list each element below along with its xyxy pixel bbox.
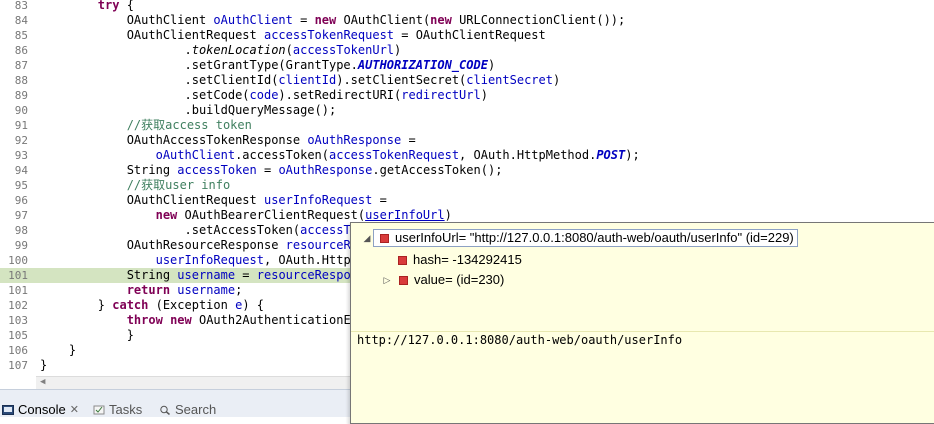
line-number: 101 <box>8 269 28 282</box>
tree-node-userinfourl[interactable]: ◢ userInfoUrl= "http://127.0.0.1:8080/au… <box>361 229 798 247</box>
tab-search-label: Search <box>175 402 217 417</box>
expand-icon[interactable]: ▷ <box>381 271 393 289</box>
code-text: OAuthClientRequest userInfoRequest = <box>40 193 387 207</box>
code-line[interactable]: 86 .tokenLocation(accessTokenUrl) <box>0 43 934 58</box>
line-number: 84 <box>14 14 28 27</box>
line-number: 92 <box>14 134 28 147</box>
line-number: 105 <box>8 329 28 342</box>
line-number: 97 <box>14 209 28 222</box>
close-icon[interactable]: ✕ <box>70 403 79 416</box>
code-text: } <box>40 343 77 357</box>
code-text: .tokenLocation(accessTokenUrl) <box>40 43 402 57</box>
code-text: //获取user info <box>126 178 231 192</box>
line-number: 86 <box>14 44 28 57</box>
code-line[interactable]: 96 OAuthClientRequest userInfoRequest = <box>0 193 934 208</box>
field-icon <box>380 233 389 243</box>
collapse-icon[interactable]: ◢ <box>361 229 373 247</box>
code-line[interactable]: 97 new OAuthBearerClientRequest(userInfo… <box>0 208 934 223</box>
line-number: 102 <box>8 299 28 312</box>
code-line[interactable]: 87 .setGrantType(GrantType.AUTHORIZATION… <box>0 58 934 73</box>
code-text: } catch (Exception e) { <box>40 298 264 312</box>
line-number: 85 <box>14 29 28 42</box>
code-line[interactable]: 91 //获取access token <box>0 118 934 133</box>
code-text: .setGrantType(GrantType.AUTHORIZATION_CO… <box>40 58 496 72</box>
code-text: .setCode(code).setRedirectURI(redirectUr… <box>40 88 488 102</box>
code-line[interactable]: 92 OAuthAccessTokenResponse oAuthRespons… <box>0 133 934 148</box>
code-line[interactable]: 89 .setCode(code).setRedirectURI(redirec… <box>0 88 934 103</box>
line-number: 96 <box>14 194 28 207</box>
line-number: 103 <box>8 314 28 327</box>
tree-node-value[interactable]: ▷ value= (id=230) <box>381 271 505 289</box>
code-text: try { <box>97 0 134 12</box>
line-number: 98 <box>14 224 28 237</box>
code-text: throw new OAuth2AuthenticationEx <box>126 313 358 327</box>
search-icon <box>160 405 170 415</box>
tab-tasks[interactable]: Tasks <box>93 402 142 417</box>
line-number: 87 <box>14 59 28 72</box>
code-line[interactable]: 88 .setClientId(clientId).setClientSecre… <box>0 73 934 88</box>
line-number: 101 <box>8 284 28 297</box>
field-icon <box>398 255 407 265</box>
line-number: 95 <box>14 179 28 192</box>
code-text: OAuthClient oAuthClient = new OAuthClien… <box>40 13 626 27</box>
code-text: OAuthAccessTokenResponse oAuthResponse = <box>40 133 416 147</box>
line-number: 94 <box>14 164 28 177</box>
console-icon <box>2 404 14 415</box>
code-text: return username; <box>126 283 243 297</box>
tab-console[interactable]: Console ✕ <box>2 402 79 417</box>
code-text: String accessToken = oAuthResponse.getAc… <box>40 163 503 177</box>
variable-inspector-popup: ◢ userInfoUrl= "http://127.0.0.1:8080/au… <box>350 222 934 424</box>
code-line[interactable]: 95 //获取user info <box>0 178 934 193</box>
line-number: 90 <box>14 104 28 117</box>
code-line[interactable]: 84 OAuthClient oAuthClient = new OAuthCl… <box>0 13 934 28</box>
detail-pane-text: http://127.0.0.1:8080/auth-web/oauth/use… <box>357 333 683 347</box>
line-number: 106 <box>8 344 28 357</box>
code-text: .setClientId(clientId).setClientSecret(c… <box>40 73 561 87</box>
code-text: userInfoRequest, OAuth.HttpM <box>155 253 358 267</box>
code-text: } <box>40 328 134 342</box>
line-number: 83 <box>14 0 28 12</box>
code-text: oAuthClient.accessToken(accessTokenReque… <box>155 148 640 162</box>
final-field-icon <box>399 275 408 285</box>
code-text: String username = resourceRespon <box>40 268 358 282</box>
line-number: 100 <box>8 254 28 267</box>
code-text: OAuthClientRequest accessTokenRequest = … <box>40 28 546 42</box>
tree-node-label: value= (id=230) <box>414 272 505 287</box>
code-line[interactable]: 94 String accessToken = oAuthResponse.ge… <box>0 163 934 178</box>
code-line[interactable]: 93 oAuthClient.accessToken(accessTokenRe… <box>0 148 934 163</box>
code-text: .buildQueryMessage(); <box>40 103 337 117</box>
code-line[interactable]: 83 try { <box>0 0 934 13</box>
line-number: 93 <box>14 149 28 162</box>
tree-node-label: userInfoUrl= "http://127.0.0.1:8080/auth… <box>395 230 794 245</box>
tab-console-label: Console <box>18 402 66 417</box>
code-text: } <box>40 358 48 372</box>
tree-node-label: hash= -134292415 <box>413 252 522 267</box>
line-number: 107 <box>8 359 28 372</box>
tab-search[interactable]: Search <box>159 402 216 417</box>
line-number: 91 <box>14 119 28 132</box>
code-text: //获取access token <box>126 118 252 132</box>
line-number: 89 <box>14 89 28 102</box>
tree-node-hash[interactable]: hash= -134292415 <box>395 251 522 269</box>
code-text: .setAccessToken(accessTo <box>40 223 358 237</box>
line-number: 99 <box>14 239 28 252</box>
line-number: 88 <box>14 74 28 87</box>
code-line[interactable]: 85 OAuthClientRequest accessTokenRequest… <box>0 28 934 43</box>
code-text: new OAuthBearerClientRequest(userInfoUrl… <box>155 208 452 222</box>
code-line[interactable]: 90 .buildQueryMessage(); <box>0 103 934 118</box>
scroll-left-icon[interactable]: ◀ <box>40 377 45 387</box>
tasks-icon <box>93 405 105 414</box>
horizontal-scrollbar[interactable]: ◀ <box>36 376 350 389</box>
code-text: OAuthResourceResponse resourceRe <box>40 238 358 252</box>
tab-tasks-label: Tasks <box>109 402 143 417</box>
variable-tree: ◢ userInfoUrl= "http://127.0.0.1:8080/au… <box>351 223 934 331</box>
pane-divider[interactable] <box>351 331 934 332</box>
